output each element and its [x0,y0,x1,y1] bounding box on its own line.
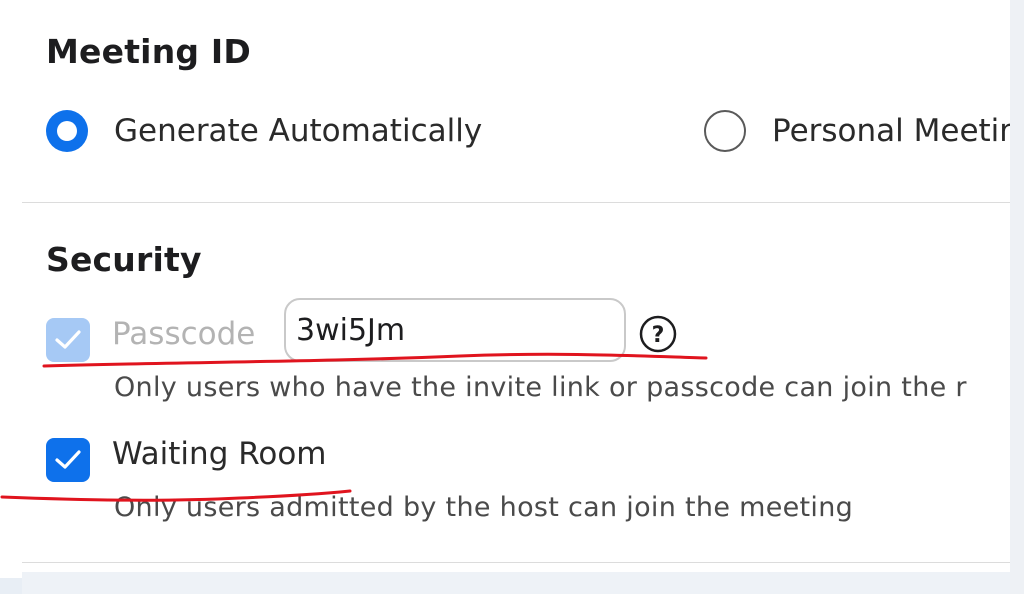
meeting-id-title: Meeting ID [46,32,251,71]
section-divider [22,202,1010,203]
radio-personal-meeting-id[interactable]: Personal Meetin [704,110,1010,152]
question-circle-icon[interactable]: ? [638,314,678,354]
radio-label-generate-automatically: Generate Automatically [114,113,483,149]
bottom-divider [22,562,1010,563]
security-title: Security [46,240,202,279]
passcode-checkbox[interactable] [46,318,90,362]
radio-label-personal-meeting-id: Personal Meetin [772,113,1010,149]
radio-unselected-icon[interactable] [704,110,746,152]
passcode-description: Only users who have the invite link or p… [114,372,967,403]
svg-text:?: ? [652,323,665,348]
bottom-strip [22,572,1010,594]
radio-selected-icon[interactable] [46,110,88,152]
checkmark-icon [55,330,81,349]
waiting-room-label: Waiting Room [112,436,327,472]
passcode-label: Passcode [112,316,256,352]
waiting-room-checkbox[interactable] [46,438,90,482]
scroll-edge [1010,0,1024,594]
meeting-settings-panel: Meeting ID Generate Automatically Person… [0,0,1010,578]
checkmark-icon [55,450,81,469]
waiting-room-description: Only users admitted by the host can join… [114,492,854,523]
radio-generate-automatically[interactable]: Generate Automatically [46,110,482,152]
passcode-input[interactable] [284,298,626,362]
